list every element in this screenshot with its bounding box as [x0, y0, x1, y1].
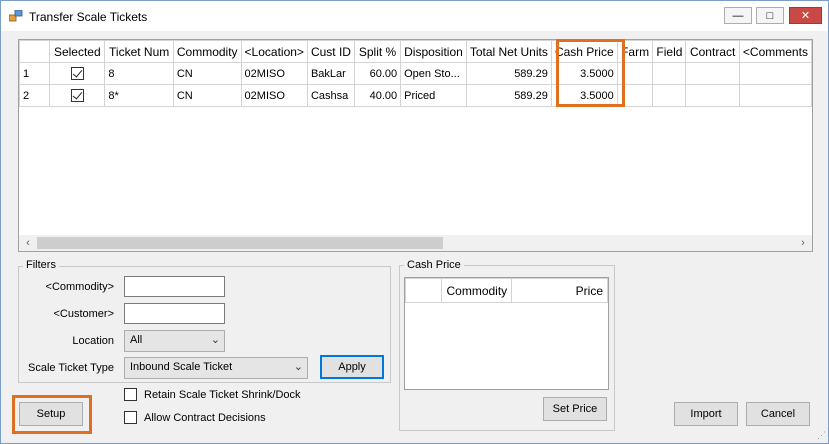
import-button[interactable]: Import	[674, 402, 738, 426]
split-cell[interactable]: 40.00	[353, 84, 402, 107]
customer-label: <Customer>	[53, 308, 114, 320]
col-header-disposition[interactable]: Disposition	[400, 40, 467, 63]
minimize-icon: —	[732, 9, 744, 22]
allow-contract-checkbox[interactable]	[124, 411, 137, 424]
cash-price-header-row: Commodity Price	[404, 278, 608, 303]
col-header-comments[interactable]: <Comments	[738, 40, 812, 63]
row-number: 1	[19, 62, 51, 85]
disposition-cell[interactable]: Open Sto...	[400, 62, 467, 85]
col-header-selected[interactable]: Selected	[49, 40, 106, 63]
col-header-cust-id[interactable]: Cust ID	[306, 40, 355, 63]
cp-col-header-blank	[404, 278, 443, 303]
cash-price-grid[interactable]: Commodity Price	[404, 277, 609, 390]
col-header-location[interactable]: <Location>	[240, 40, 308, 63]
close-icon: ✕	[800, 10, 811, 22]
ticket-num-cell[interactable]: 8*	[104, 84, 174, 107]
location-label: Location	[72, 335, 114, 347]
setup-highlight	[12, 395, 92, 434]
field-cell[interactable]	[652, 84, 687, 107]
col-header-field[interactable]: Field	[652, 40, 687, 63]
comments-cell[interactable]	[738, 62, 812, 85]
chevron-down-icon: ⌄	[293, 361, 303, 373]
cp-col-header-commodity[interactable]: Commodity	[441, 278, 513, 303]
scroll-right-icon[interactable]: ›	[796, 236, 810, 250]
col-header-total-net-units[interactable]: Total Net Units	[465, 40, 552, 63]
window-title: Transfer Scale Tickets	[29, 10, 148, 24]
field-cell[interactable]	[652, 62, 687, 85]
selected-checkbox[interactable]	[70, 89, 84, 102]
selected-cell[interactable]	[49, 62, 106, 85]
cancel-button[interactable]: Cancel	[746, 402, 810, 426]
comments-cell[interactable]	[738, 84, 812, 107]
allow-contract-label: Allow Contract Decisions	[144, 411, 266, 424]
disposition-cell[interactable]: Priced	[400, 84, 467, 107]
row-number: 2	[19, 84, 51, 107]
set-price-button[interactable]: Set Price	[543, 397, 607, 421]
selected-cell[interactable]	[49, 84, 106, 107]
contract-cell[interactable]	[685, 84, 740, 107]
retain-shrink-label: Retain Scale Ticket Shrink/Dock	[144, 388, 301, 401]
transfer-scale-tickets-window: Transfer Scale Tickets — □ ✕ Selected Ti…	[0, 0, 829, 444]
scrollbar-thumb[interactable]	[37, 237, 443, 249]
cust-id-cell[interactable]: Cashsa	[306, 84, 355, 107]
cash-price-highlight	[556, 39, 625, 107]
net-units-cell[interactable]: 589.29	[465, 62, 552, 85]
location-value: All	[130, 334, 143, 346]
app-icon	[9, 10, 23, 22]
net-units-cell[interactable]: 589.29	[465, 84, 552, 107]
filters-title: Filters	[23, 259, 59, 271]
ticket-type-select[interactable]: Inbound Scale Ticket ⌄	[124, 357, 308, 379]
horizontal-scrollbar[interactable]: ‹ ›	[19, 235, 812, 251]
col-header-commodity[interactable]: Commodity	[172, 40, 242, 63]
maximize-icon: □	[766, 9, 774, 22]
location-select[interactable]: All ⌄	[124, 330, 225, 352]
scale-tickets-grid[interactable]: Selected Ticket Num Commodity <Location>…	[18, 39, 813, 252]
title-bar: Transfer Scale Tickets — □ ✕	[1, 1, 828, 31]
location-cell[interactable]: 02MISO	[240, 84, 308, 107]
resize-grip-icon[interactable]: ⋰	[817, 430, 826, 441]
table-row[interactable]: 2 8* CN 02MISO Cashsa 40.00 Priced 589.2…	[19, 84, 812, 107]
ticket-type-label: Scale Ticket Type	[27, 362, 114, 374]
close-button[interactable]: ✕	[789, 7, 822, 24]
col-header-split[interactable]: Split %	[353, 40, 402, 63]
commodity-cell[interactable]: CN	[172, 62, 242, 85]
cash-price-title: Cash Price	[404, 259, 464, 271]
cash-price-table: Commodity Price	[404, 278, 608, 303]
apply-button[interactable]: Apply	[320, 355, 384, 379]
cp-col-header-price[interactable]: Price	[511, 278, 608, 303]
selected-checkbox[interactable]	[70, 67, 84, 80]
minimize-button[interactable]: —	[724, 7, 752, 24]
commodity-input[interactable]	[124, 276, 225, 297]
header-row: Selected Ticket Num Commodity <Location>…	[19, 40, 812, 63]
contract-cell[interactable]	[685, 62, 740, 85]
col-header-rownum	[19, 40, 51, 63]
retain-shrink-checkbox[interactable]	[124, 388, 137, 401]
retain-shrink-option[interactable]: Retain Scale Ticket Shrink/Dock	[124, 388, 301, 401]
col-header-ticket-num[interactable]: Ticket Num	[104, 40, 174, 63]
commodity-label: <Commodity>	[45, 281, 114, 293]
table-row[interactable]: 1 8 CN 02MISO BakLar 60.00 Open Sto... 5…	[19, 62, 812, 85]
col-header-contract[interactable]: Contract	[685, 40, 740, 63]
cust-id-cell[interactable]: BakLar	[306, 62, 355, 85]
tickets-table: Selected Ticket Num Commodity <Location>…	[19, 40, 812, 107]
chevron-down-icon: ⌄	[210, 334, 220, 346]
split-cell[interactable]: 60.00	[353, 62, 402, 85]
ticket-num-cell[interactable]: 8	[104, 62, 174, 85]
allow-contract-option[interactable]: Allow Contract Decisions	[124, 411, 266, 424]
customer-input[interactable]	[124, 303, 225, 324]
ticket-type-value: Inbound Scale Ticket	[130, 361, 233, 373]
maximize-button[interactable]: □	[756, 7, 784, 24]
location-cell[interactable]: 02MISO	[240, 62, 308, 85]
scroll-left-icon[interactable]: ‹	[21, 236, 35, 250]
commodity-cell[interactable]: CN	[172, 84, 242, 107]
